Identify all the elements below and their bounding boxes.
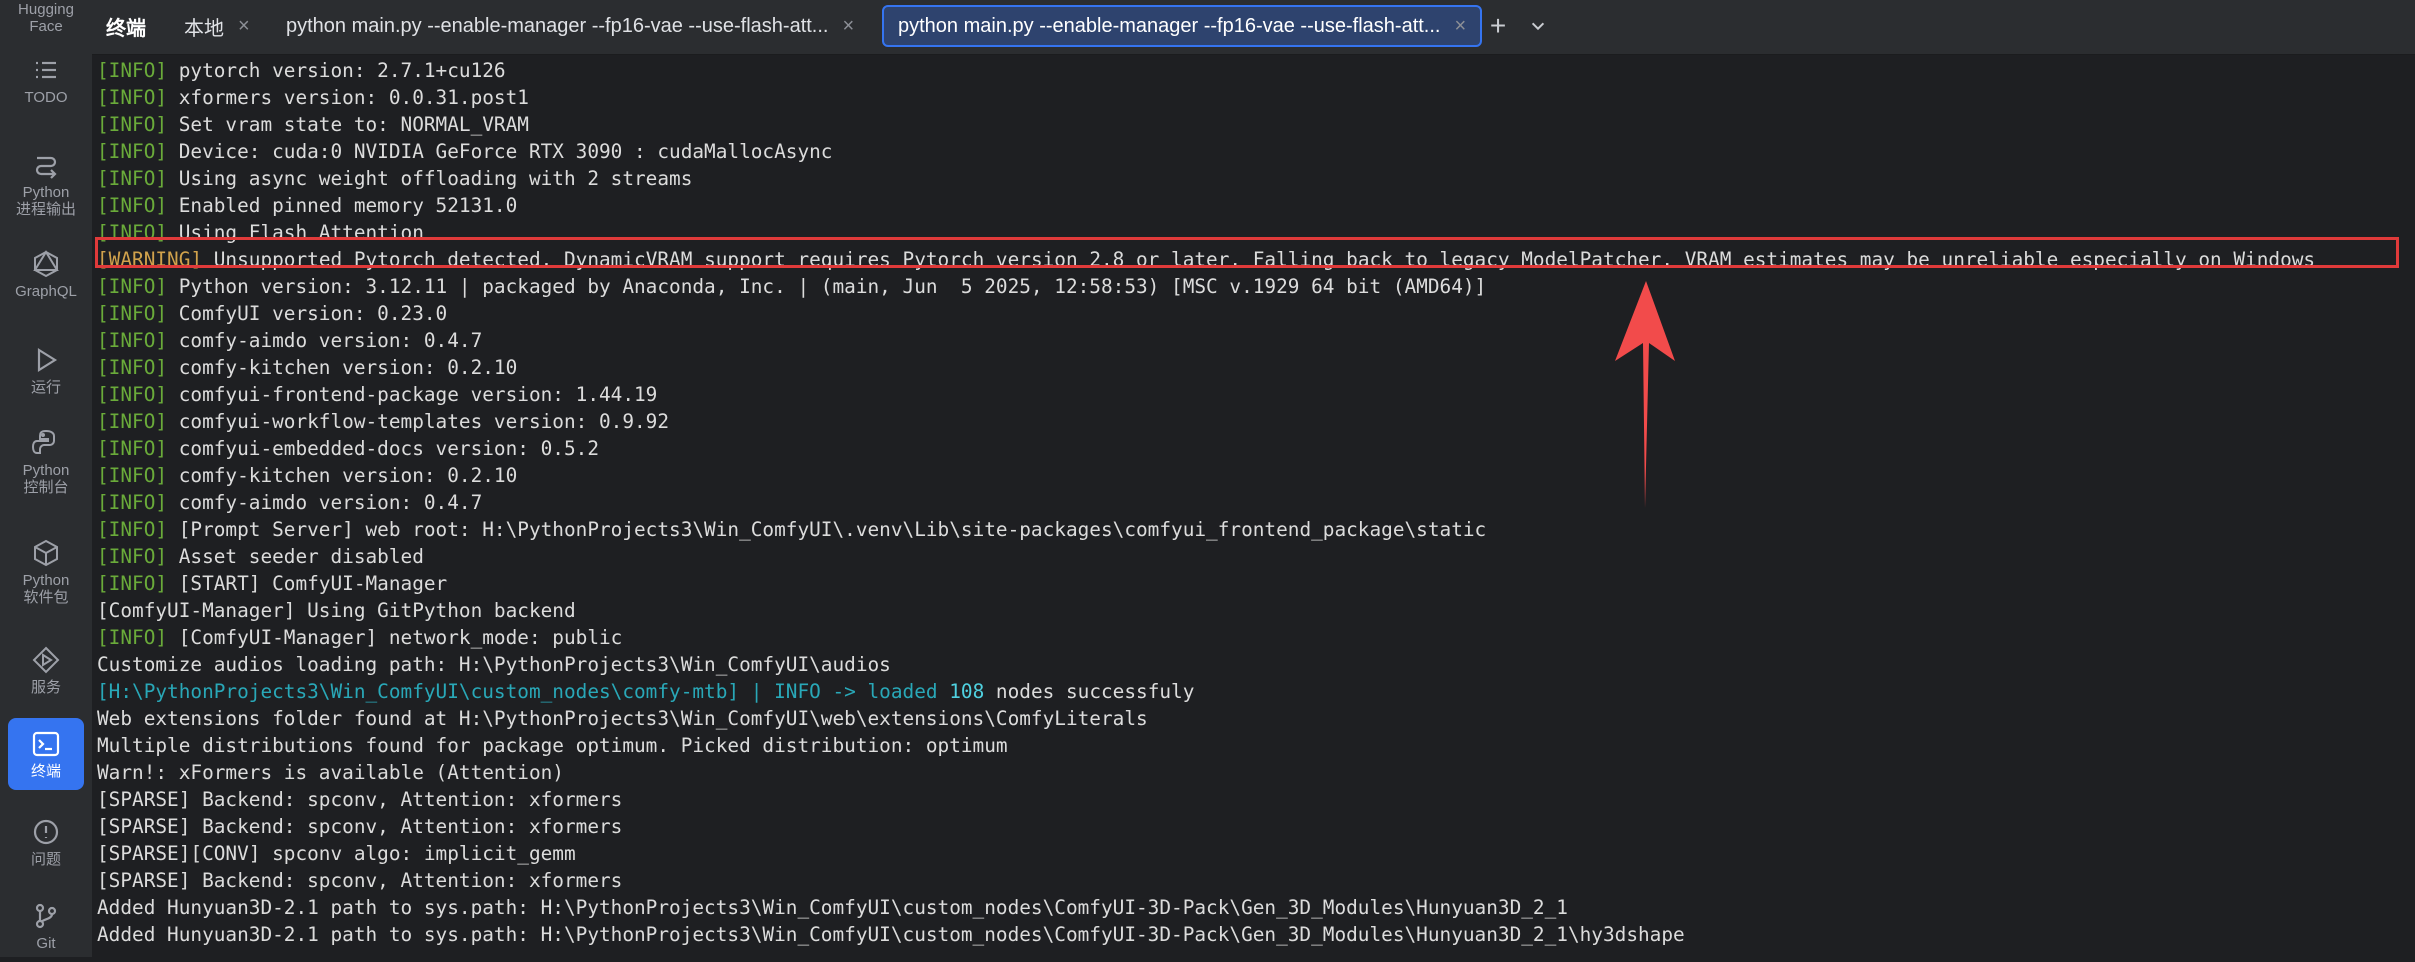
terminal-icon [32,731,60,756]
close-icon[interactable]: × [238,15,250,38]
services-icon [32,646,60,673]
annotation-arrow [1615,281,1675,508]
tool-window-title: 终端 [106,17,146,40]
tool-window-sidebar: Hugging Face TODO Python 进程输出 GraphQL 运行 [0,0,93,957]
close-icon[interactable]: × [842,15,854,38]
sidebar-item-label: 问题 [30,850,61,868]
sidebar-item-label: TODO [24,88,68,106]
sidebar-item-label: Python 控制台 [22,462,70,496]
terminal-tab-bar: 终端 本地 × python main.py --enable-manager … [92,0,2415,55]
sidebar-item-label: Git [36,934,56,952]
tab-python-main-1[interactable]: python main.py --enable-manager --fp16-v… [272,5,868,47]
python-console-icon [31,429,55,454]
close-icon[interactable]: × [1454,15,1466,38]
tab-label: 本地 [184,17,224,40]
problems-icon [33,819,59,844]
tab-local[interactable]: 本地 × [170,5,264,47]
run-icon [37,347,58,372]
sidebar-item-terminal[interactable]: 终端 [8,718,84,790]
sidebar-item-python-console[interactable]: Python 控制台 [8,418,84,506]
sidebar-item-label: 服务 [30,678,61,696]
new-tab-plus-icon[interactable]: + [1482,10,1514,42]
tab-label: python main.py --enable-manager --fp16-v… [286,14,829,37]
git-icon [35,903,57,928]
sidebar-item-label: GraphQL [15,282,77,300]
sidebar-item-run[interactable]: 运行 [8,334,84,406]
terminal-output[interactable]: [INFO] pytorch version: 2.7.1+cu126 [INFO… [92,55,2415,957]
sidebar-item-python-process-output[interactable]: Python 进程输出 [8,140,84,228]
python-packages-icon [34,539,58,567]
sidebar-item-label: Python 软件包 [22,572,70,606]
sidebar-item-python-packages[interactable]: Python 软件包 [8,528,84,616]
sidebar-item-label: 终端 [30,762,61,780]
sidebar-item-label: Hugging Face [18,1,74,35]
graphql-icon [33,249,59,277]
sidebar-item-todo[interactable]: TODO [8,44,84,116]
tab-dropdown-chevron-down-icon[interactable] [1522,10,1554,42]
sidebar-item-problems[interactable]: 问题 [8,806,84,878]
tab-label: python main.py --enable-manager --fp16-v… [898,14,1441,37]
sidebar-item-services[interactable]: 服务 [8,634,84,706]
sidebar-item-git[interactable]: Git [8,890,84,962]
sidebar-item-graphql[interactable]: GraphQL [8,238,84,310]
sidebar-item-label: 运行 [30,378,61,396]
tab-python-main-2[interactable]: python main.py --enable-manager --fp16-v… [882,5,1483,47]
todo-list-icon [36,61,56,78]
process-output-icon [35,156,57,179]
sidebar-item-label: Python 进程输出 [15,184,76,218]
